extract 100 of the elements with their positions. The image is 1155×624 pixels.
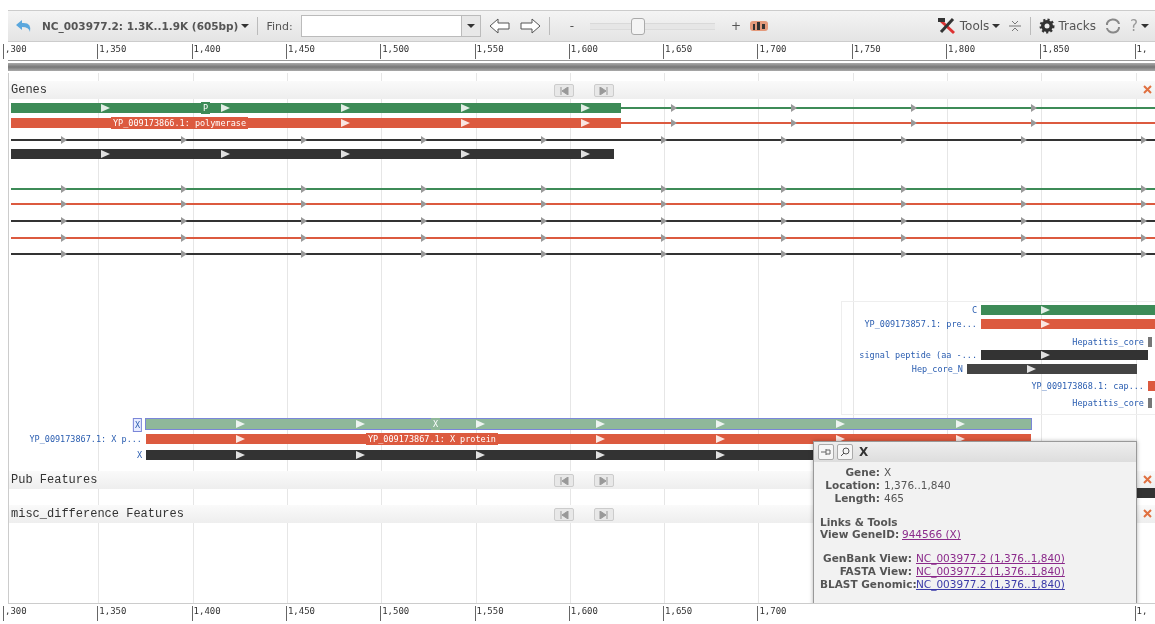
location-dropdown[interactable]: NC_003977.2: 1.3K..1.9K (605bp) bbox=[42, 20, 250, 32]
overview-bar[interactable] bbox=[8, 63, 1155, 71]
tick-label: 1, bbox=[1134, 44, 1148, 59]
track-title: Genes bbox=[11, 83, 47, 97]
field-value: 465 bbox=[884, 492, 906, 504]
close-icon[interactable] bbox=[1143, 475, 1152, 484]
tick-label: ,300 bbox=[3, 606, 27, 621]
pin-button[interactable] bbox=[818, 444, 834, 460]
feature-line[interactable] bbox=[11, 220, 1155, 222]
feature-caption: X bbox=[136, 449, 142, 461]
tick-label: 1,700 bbox=[757, 606, 787, 621]
feature-bar[interactable] bbox=[11, 149, 614, 159]
strand-arrow-icon bbox=[661, 136, 667, 144]
tick-label: 1,600 bbox=[568, 44, 598, 59]
sequence-icon bbox=[749, 19, 770, 33]
tick-label: 1,550 bbox=[474, 606, 504, 621]
zoom-in-button[interactable]: + bbox=[731, 19, 742, 33]
next-icon bbox=[599, 86, 609, 95]
left-arrow-icon bbox=[488, 18, 511, 34]
feature-bar[interactable] bbox=[146, 450, 813, 460]
prev-button[interactable] bbox=[554, 508, 574, 521]
strand-arrow-icon bbox=[1021, 136, 1027, 144]
prev-button[interactable] bbox=[554, 84, 574, 97]
tick-label: 1,600 bbox=[568, 606, 598, 621]
feature-label: YP_009173866.1: polymerase bbox=[111, 117, 249, 129]
strand-arrow-icon bbox=[781, 136, 787, 144]
caret-icon bbox=[241, 23, 250, 29]
strand-arrow-icon bbox=[461, 150, 470, 158]
tracks-button[interactable]: Tracks bbox=[1039, 18, 1097, 34]
view-link[interactable]: NC_003977.2 (1,376..1,840) bbox=[916, 565, 1130, 577]
tick-label: 1,750 bbox=[851, 44, 881, 59]
feature-bar[interactable]: YP_009173866.1: polymerase bbox=[11, 118, 621, 128]
next-button[interactable] bbox=[594, 508, 614, 521]
zoom-to-button[interactable] bbox=[837, 444, 853, 460]
strand-arrow-icon bbox=[1021, 217, 1027, 225]
caret-icon bbox=[466, 23, 475, 29]
feature-line[interactable] bbox=[11, 253, 1155, 255]
strand-arrow-icon bbox=[581, 150, 590, 158]
field-label: FASTA View: bbox=[838, 565, 912, 577]
next-icon bbox=[599, 510, 609, 519]
strand-arrow-icon bbox=[781, 217, 787, 225]
strand-arrow-icon bbox=[901, 136, 907, 144]
section-title: Links & Tools bbox=[819, 516, 899, 528]
track-title: misc_difference Features bbox=[11, 507, 184, 521]
tick-label: 1,550 bbox=[474, 44, 504, 59]
feature-label: P bbox=[201, 102, 211, 114]
feature-caption: YP_009173867.1: X p... bbox=[29, 433, 142, 445]
field-label: Gene: bbox=[844, 466, 880, 478]
pin-icon bbox=[821, 448, 831, 456]
next-button[interactable] bbox=[594, 84, 614, 97]
tick-label: 1,350 bbox=[97, 44, 127, 59]
next-icon bbox=[599, 476, 609, 485]
field-label: GenBank View: bbox=[822, 552, 912, 564]
collapse-icon bbox=[1008, 18, 1023, 34]
feature-caption: X bbox=[132, 418, 142, 432]
tick-label: 1,650 bbox=[663, 44, 693, 59]
field-label: Length: bbox=[833, 492, 880, 504]
find-field[interactable] bbox=[300, 15, 481, 37]
find-label: Find: bbox=[266, 19, 293, 33]
tick-label: ,300 bbox=[3, 44, 27, 59]
tools-button[interactable]: Tools bbox=[936, 17, 1001, 35]
popup-title: X bbox=[859, 445, 869, 459]
strand-arrow-icon bbox=[661, 217, 667, 225]
view-link[interactable]: NC_003977.2 (1,376..1,840) bbox=[916, 552, 1130, 564]
tick-label: 1,450 bbox=[285, 606, 315, 621]
tick-label: 1,500 bbox=[380, 44, 410, 59]
strand-arrow-icon bbox=[1141, 136, 1147, 144]
tick-label: 1, bbox=[1134, 606, 1148, 621]
gene-link[interactable]: 944566 (X) bbox=[902, 528, 1130, 540]
feature-caption: signal peptide (aa -... bbox=[859, 349, 977, 361]
strand-arrow-icon bbox=[421, 217, 427, 225]
strand-arrow-icon bbox=[181, 217, 187, 225]
strand-arrow-icon bbox=[1141, 217, 1147, 225]
slider-thumb[interactable] bbox=[631, 17, 646, 35]
feature-caption: Hepatitis_core bbox=[1072, 397, 1144, 409]
settings-icon bbox=[1039, 18, 1056, 34]
feature-caption: Hepatitis_core bbox=[1072, 336, 1144, 348]
tick-label: 1,850 bbox=[1040, 44, 1070, 59]
tick-label: 1,450 bbox=[285, 44, 315, 59]
next-button[interactable] bbox=[594, 474, 614, 487]
zoom-out-button[interactable]: - bbox=[569, 19, 574, 33]
feature-bar[interactable] bbox=[1136, 488, 1155, 498]
strand-arrow-icon bbox=[221, 150, 230, 158]
feature-caption: C bbox=[971, 304, 977, 316]
tick-label: 1,700 bbox=[757, 44, 787, 59]
close-icon[interactable] bbox=[1143, 509, 1152, 518]
tick-label: 1,800 bbox=[946, 44, 976, 59]
strand-arrow-icon bbox=[901, 217, 907, 225]
close-icon[interactable] bbox=[1143, 85, 1152, 94]
search-icon bbox=[840, 447, 850, 457]
tick-label: 1,400 bbox=[191, 44, 221, 59]
tick-label: 1,400 bbox=[191, 606, 221, 621]
strand-arrow-icon bbox=[356, 451, 365, 459]
feature-label: X bbox=[431, 418, 441, 430]
right-arrow-icon bbox=[518, 18, 541, 34]
prev-button[interactable] bbox=[554, 474, 574, 487]
view-link[interactable]: NC_003977.2 (1,376..1,840) bbox=[916, 578, 1130, 590]
strand-arrow-icon bbox=[61, 217, 67, 225]
field-label: Location: bbox=[824, 479, 880, 491]
field-value: X bbox=[884, 466, 893, 478]
